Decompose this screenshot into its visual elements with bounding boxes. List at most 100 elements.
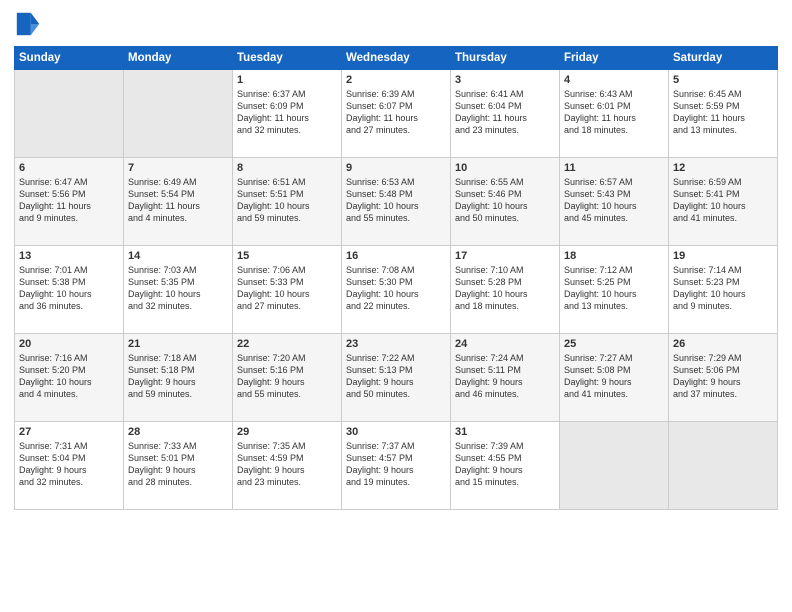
day-cell: 4 Sunrise: 6:43 AM Sunset: 6:01 PM Daylig…	[560, 70, 669, 158]
header-row: SundayMondayTuesdayWednesdayThursdayFrid…	[15, 47, 778, 70]
header-cell-saturday: Saturday	[669, 47, 778, 70]
week-row-1: 1Sunrise: 6:37 AM Sunset: 6:09 PM Daylig…	[15, 70, 778, 158]
day-cell: 12 Sunrise: 6:59 AM Sunset: 5:41 PM Dayli…	[669, 158, 778, 246]
day-content: Sunrise: 7:03 AM Sunset: 5:35 PM Dayligh…	[128, 264, 228, 313]
day-number: 28	[128, 426, 228, 438]
day-content: Sunrise: 6:43 AM Sunset: 6:01 PM Dayligh…	[564, 88, 664, 137]
day-content: Sunrise: 6:45 AM Sunset: 5:59 PM Dayligh…	[673, 88, 773, 137]
day-cell	[560, 422, 669, 510]
day-number: 31	[455, 426, 555, 438]
day-content: Sunrise: 7:06 AM Sunset: 5:33 PM Dayligh…	[237, 264, 337, 313]
day-content: Sunrise: 7:08 AM Sunset: 5:30 PM Dayligh…	[346, 264, 446, 313]
header-cell-friday: Friday	[560, 47, 669, 70]
week-row-4: 20Sunrise: 7:16 AM Sunset: 5:20 PM Dayli…	[15, 334, 778, 422]
day-cell: 9 Sunrise: 6:53 AM Sunset: 5:48 PM Daylig…	[342, 158, 451, 246]
day-number: 25	[564, 338, 664, 350]
day-number: 16	[346, 250, 446, 262]
day-cell: 24 Sunrise: 7:24 AM Sunset: 5:11 PM Dayli…	[451, 334, 560, 422]
day-cell: 17Sunrise: 7:10 AM Sunset: 5:28 PM Dayli…	[451, 246, 560, 334]
day-content: Sunrise: 7:14 AM Sunset: 5:23 PM Dayligh…	[673, 264, 773, 313]
day-number: 5	[673, 74, 773, 86]
header-cell-sunday: Sunday	[15, 47, 124, 70]
day-number: 19	[673, 250, 773, 262]
day-cell: 16 Sunrise: 7:08 AM Sunset: 5:30 PM Dayli…	[342, 246, 451, 334]
day-content: Sunrise: 7:18 AM Sunset: 5:18 PM Dayligh…	[128, 352, 228, 401]
day-content: Sunrise: 6:51 AM Sunset: 5:51 PM Dayligh…	[237, 176, 337, 225]
day-cell: 20Sunrise: 7:16 AM Sunset: 5:20 PM Dayli…	[15, 334, 124, 422]
week-row-3: 13 Sunrise: 7:01 AM Sunset: 5:38 PM Dayli…	[15, 246, 778, 334]
day-content: Sunrise: 6:59 AM Sunset: 5:41 PM Dayligh…	[673, 176, 773, 225]
day-cell: 2Sunrise: 6:39 AM Sunset: 6:07 PM Daylig…	[342, 70, 451, 158]
logo	[14, 10, 46, 38]
day-number: 15	[237, 250, 337, 262]
day-number: 10	[455, 162, 555, 174]
day-cell: 5 Sunrise: 6:45 AM Sunset: 5:59 PM Daylig…	[669, 70, 778, 158]
day-cell: 26 Sunrise: 7:29 AM Sunset: 5:06 PM Dayli…	[669, 334, 778, 422]
day-content: Sunrise: 7:27 AM Sunset: 5:08 PM Dayligh…	[564, 352, 664, 401]
day-number: 14	[128, 250, 228, 262]
page: SundayMondayTuesdayWednesdayThursdayFrid…	[0, 0, 792, 612]
day-content: Sunrise: 6:57 AM Sunset: 5:43 PM Dayligh…	[564, 176, 664, 225]
header-cell-thursday: Thursday	[451, 47, 560, 70]
day-content: Sunrise: 6:37 AM Sunset: 6:09 PM Dayligh…	[237, 88, 337, 137]
day-cell	[669, 422, 778, 510]
logo-icon	[14, 10, 42, 38]
day-cell: 13 Sunrise: 7:01 AM Sunset: 5:38 PM Dayli…	[15, 246, 124, 334]
day-number: 13	[19, 250, 119, 262]
day-content: Sunrise: 7:22 AM Sunset: 5:13 PM Dayligh…	[346, 352, 446, 401]
day-cell: 23 Sunrise: 7:22 AM Sunset: 5:13 PM Dayli…	[342, 334, 451, 422]
day-content: Sunrise: 7:37 AM Sunset: 4:57 PM Dayligh…	[346, 440, 446, 489]
header	[14, 10, 778, 38]
week-row-5: 27Sunrise: 7:31 AM Sunset: 5:04 PM Dayli…	[15, 422, 778, 510]
day-number: 21	[128, 338, 228, 350]
day-cell: 25 Sunrise: 7:27 AM Sunset: 5:08 PM Dayli…	[560, 334, 669, 422]
day-number: 24	[455, 338, 555, 350]
day-content: Sunrise: 7:31 AM Sunset: 5:04 PM Dayligh…	[19, 440, 119, 489]
day-content: Sunrise: 7:39 AM Sunset: 4:55 PM Dayligh…	[455, 440, 555, 489]
day-cell: 1Sunrise: 6:37 AM Sunset: 6:09 PM Daylig…	[233, 70, 342, 158]
day-cell	[15, 70, 124, 158]
day-number: 23	[346, 338, 446, 350]
day-number: 3	[455, 74, 555, 86]
day-number: 7	[128, 162, 228, 174]
day-cell: 28 Sunrise: 7:33 AM Sunset: 5:01 PM Dayli…	[124, 422, 233, 510]
header-cell-tuesday: Tuesday	[233, 47, 342, 70]
day-content: Sunrise: 7:10 AM Sunset: 5:28 PM Dayligh…	[455, 264, 555, 313]
day-cell: 6Sunrise: 6:47 AM Sunset: 5:56 PM Daylig…	[15, 158, 124, 246]
day-number: 8	[237, 162, 337, 174]
day-number: 4	[564, 74, 664, 86]
day-cell: 31 Sunrise: 7:39 AM Sunset: 4:55 PM Dayli…	[451, 422, 560, 510]
day-cell: 15 Sunrise: 7:06 AM Sunset: 5:33 PM Dayli…	[233, 246, 342, 334]
day-cell: 21 Sunrise: 7:18 AM Sunset: 5:18 PM Dayli…	[124, 334, 233, 422]
day-content: Sunrise: 7:24 AM Sunset: 5:11 PM Dayligh…	[455, 352, 555, 401]
day-cell: 29Sunrise: 7:35 AM Sunset: 4:59 PM Dayli…	[233, 422, 342, 510]
day-number: 11	[564, 162, 664, 174]
day-cell: 30 Sunrise: 7:37 AM Sunset: 4:57 PM Dayli…	[342, 422, 451, 510]
day-number: 18	[564, 250, 664, 262]
day-content: Sunrise: 7:29 AM Sunset: 5:06 PM Dayligh…	[673, 352, 773, 401]
day-cell: 18Sunrise: 7:12 AM Sunset: 5:25 PM Dayli…	[560, 246, 669, 334]
day-cell: 27Sunrise: 7:31 AM Sunset: 5:04 PM Dayli…	[15, 422, 124, 510]
day-cell: 14 Sunrise: 7:03 AM Sunset: 5:35 PM Dayli…	[124, 246, 233, 334]
day-cell: 19 Sunrise: 7:14 AM Sunset: 5:23 PM Dayli…	[669, 246, 778, 334]
day-content: Sunrise: 7:35 AM Sunset: 4:59 PM Dayligh…	[237, 440, 337, 489]
day-number: 22	[237, 338, 337, 350]
day-content: Sunrise: 6:53 AM Sunset: 5:48 PM Dayligh…	[346, 176, 446, 225]
day-number: 26	[673, 338, 773, 350]
day-content: Sunrise: 6:49 AM Sunset: 5:54 PM Dayligh…	[128, 176, 228, 225]
day-number: 6	[19, 162, 119, 174]
day-cell: 10Sunrise: 6:55 AM Sunset: 5:46 PM Dayli…	[451, 158, 560, 246]
day-content: Sunrise: 7:20 AM Sunset: 5:16 PM Dayligh…	[237, 352, 337, 401]
header-cell-wednesday: Wednesday	[342, 47, 451, 70]
day-number: 30	[346, 426, 446, 438]
day-number: 2	[346, 74, 446, 86]
day-content: Sunrise: 7:33 AM Sunset: 5:01 PM Dayligh…	[128, 440, 228, 489]
day-number: 12	[673, 162, 773, 174]
day-number: 9	[346, 162, 446, 174]
day-cell: 3 Sunrise: 6:41 AM Sunset: 6:04 PM Daylig…	[451, 70, 560, 158]
day-content: Sunrise: 7:01 AM Sunset: 5:38 PM Dayligh…	[19, 264, 119, 313]
day-number: 20	[19, 338, 119, 350]
day-cell	[124, 70, 233, 158]
day-cell: 7 Sunrise: 6:49 AM Sunset: 5:54 PM Daylig…	[124, 158, 233, 246]
day-content: Sunrise: 6:41 AM Sunset: 6:04 PM Dayligh…	[455, 88, 555, 137]
